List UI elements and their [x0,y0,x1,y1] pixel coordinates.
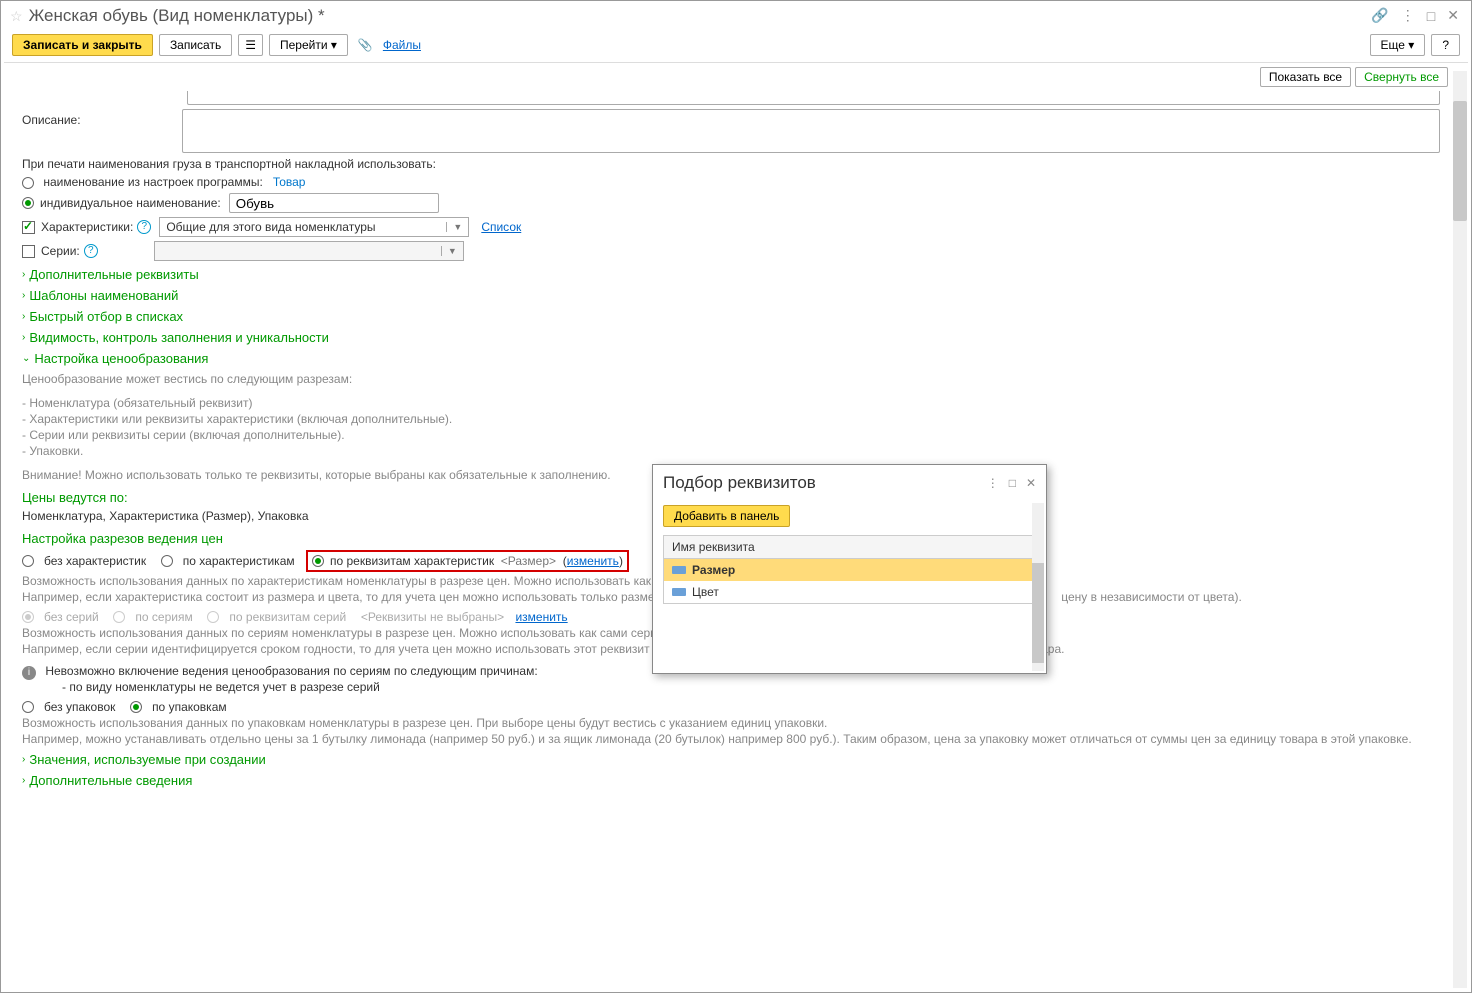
link-icon[interactable]: 🔗 [1371,7,1388,24]
description-label: Описание: [22,109,182,127]
popup-requisites: Подбор реквизитов ⋮ □ ✕ Добавить в панел… [652,464,1047,674]
more-button[interactable]: Еще ▾ [1370,34,1426,56]
popup-row-size[interactable]: Размер [664,559,1035,581]
add-panel-button[interactable]: Добавить в панель [663,505,790,527]
popup-max-icon[interactable]: □ [1009,476,1016,490]
clip-icon[interactable]: 📎 [358,38,373,52]
list-icon-button[interactable]: ☰ [238,34,263,56]
section-create-values[interactable]: ›Значения, используемые при создании [22,752,1450,767]
radio-by-series-props [207,611,219,623]
characteristics-checkbox[interactable] [22,221,35,234]
show-all-button[interactable]: Показать все [1260,67,1351,87]
help-characteristics[interactable]: ? [137,220,151,234]
collapse-all-button[interactable]: Свернуть все [1355,67,1448,87]
individual-name-input[interactable] [229,193,439,213]
save-close-button[interactable]: Записать и закрыть [12,34,153,56]
save-button[interactable]: Записать [159,34,232,56]
radio-by-pack[interactable] [130,701,142,713]
change-link[interactable]: изменить [567,554,619,568]
list-link[interactable]: Список [481,220,521,234]
series-select[interactable]: ▼ [154,241,464,261]
goto-button[interactable]: Перейти ▾ [269,34,348,56]
description-field[interactable] [182,109,1440,153]
tag-icon [672,588,686,596]
radio-by-series [113,611,125,623]
popup-menu-icon[interactable]: ⋮ [987,476,999,490]
radio-no-pack[interactable] [22,701,34,713]
maximize-icon[interactable]: □ [1427,8,1435,24]
characteristics-select[interactable]: Общие для этого вида номенклатуры▼ [159,217,469,237]
radio-no-char[interactable] [22,555,34,567]
close-icon[interactable]: ✕ [1447,7,1459,24]
tag-icon [672,566,686,574]
section-additional-info[interactable]: ›Дополнительные сведения [22,773,1450,788]
change-series-link[interactable]: изменить [515,610,567,624]
radio-by-char[interactable] [161,555,173,567]
section-pricing[interactable]: ⌄Настройка ценообразования [22,351,1450,366]
highlight-box: по реквизитам характеристик <Размер> (из… [306,550,629,572]
info-icon: i [22,666,36,680]
main-scrollbar[interactable] [1453,71,1467,988]
popup-title: Подбор реквизитов [663,473,987,493]
series-checkbox[interactable] [22,245,35,258]
radio-by-char-props[interactable] [312,555,324,567]
popup-column-header[interactable]: Имя реквизита [664,536,1035,559]
section-visibility[interactable]: ›Видимость, контроль заполнения и уникал… [22,330,1450,345]
help-series[interactable]: ? [84,244,98,258]
radio-program-name[interactable] [22,177,34,189]
section-templates[interactable]: ›Шаблоны наименований [22,288,1450,303]
radio-individual-name[interactable] [22,197,34,209]
help-button[interactable]: ? [1431,34,1460,56]
popup-close-icon[interactable]: ✕ [1026,476,1036,490]
print-note: При печати наименования груза в транспор… [22,157,1450,171]
popup-scrollbar[interactable] [1032,503,1044,671]
files-link[interactable]: Файлы [383,38,421,52]
section-additional-props[interactable]: ›Дополнительные реквизиты [22,267,1450,282]
menu-icon[interactable]: ⋮ [1401,7,1415,24]
popup-row-color[interactable]: Цвет [664,581,1035,603]
radio-no-series [22,611,34,623]
star-icon[interactable]: ☆ [10,8,23,25]
section-quick-filter[interactable]: ›Быстрый отбор в списках [22,309,1450,324]
window-title: Женская обувь (Вид номенклатуры) * [29,6,325,26]
tovar-link[interactable]: Товар [273,175,306,189]
